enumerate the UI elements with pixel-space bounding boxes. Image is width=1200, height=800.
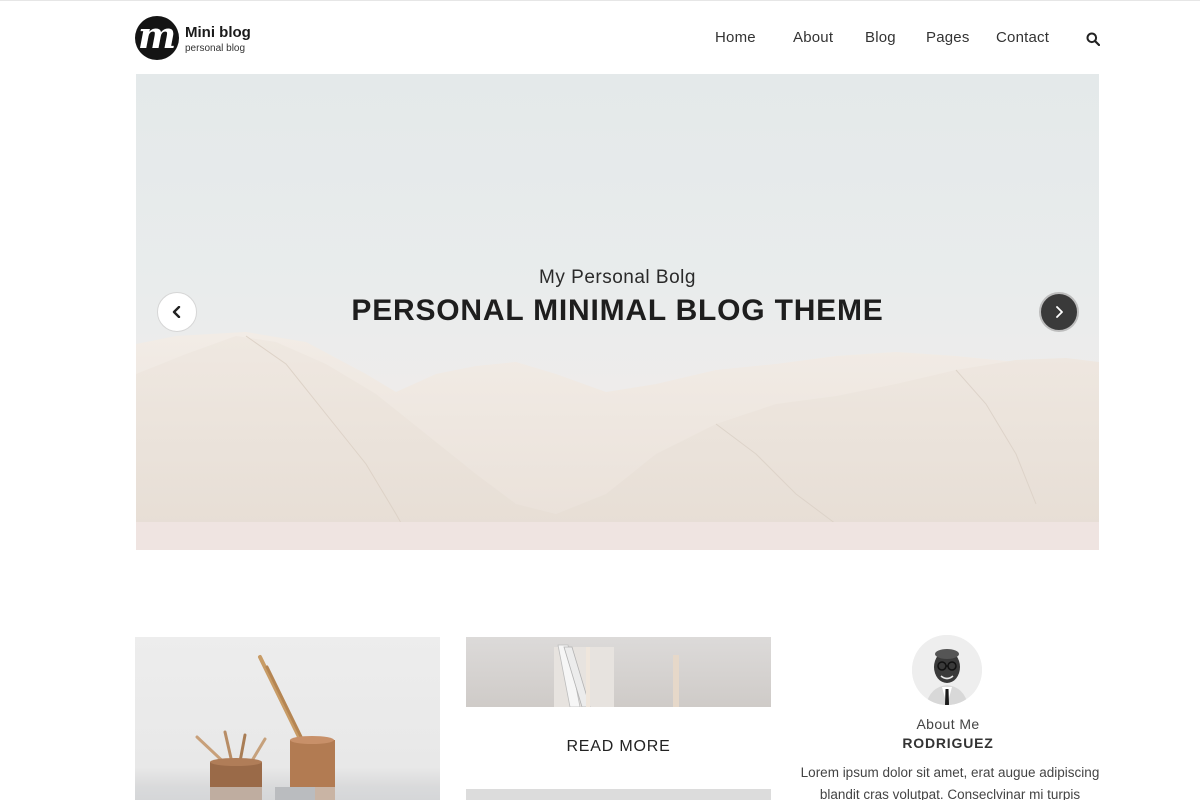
post-image-pencil-cups[interactable] <box>135 637 440 800</box>
avatar <box>912 635 982 705</box>
hero-slider: My Personal Bolg PERSONAL MINIMAL BLOG T… <box>136 74 1099 550</box>
slider-next-button[interactable] <box>1039 292 1079 332</box>
search-icon[interactable] <box>1086 32 1100 46</box>
nav-blog[interactable]: Blog <box>865 29 896 46</box>
nav-about[interactable]: About <box>793 29 833 46</box>
read-more-link[interactable]: READ MORE <box>466 738 771 756</box>
site-header: m Mini blog personal blog Home About Blo… <box>0 0 1200 74</box>
about-me-text: Lorem ipsum dolor sit amet, erat augue a… <box>800 765 1100 800</box>
pencil-cups-image <box>135 655 440 800</box>
post-image-books[interactable] <box>466 637 771 707</box>
slider-prev-button[interactable] <box>157 292 197 332</box>
post-image-second[interactable] <box>466 789 771 800</box>
nav-pages[interactable]: Pages <box>926 29 970 46</box>
chevron-right-icon <box>1056 306 1063 318</box>
author-name: RODRIGUEZ <box>902 735 994 751</box>
hero-title: PERSONAL MINIMAL BLOG THEME <box>351 294 884 327</box>
nav-home[interactable]: Home <box>715 29 756 46</box>
books-image <box>554 644 679 707</box>
nav-contact[interactable]: Contact <box>996 29 1049 46</box>
author-photo <box>912 635 982 705</box>
chevron-left-icon <box>172 306 181 318</box>
main-nav: Home About Blog Pages Contact <box>0 29 1200 49</box>
about-me-label: About Me <box>916 716 980 732</box>
hero-subtitle: My Personal Bolg <box>539 267 696 288</box>
